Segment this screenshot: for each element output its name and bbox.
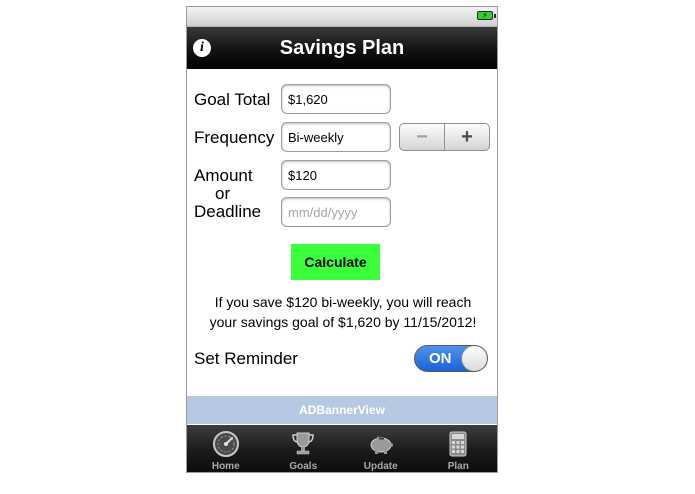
deadline-label: Deadline xyxy=(194,202,262,221)
piggy-bank-icon xyxy=(370,436,393,454)
reminder-toggle[interactable]: ON xyxy=(414,345,488,372)
result-line-1: If you save $120 bi-weekly, you will rea… xyxy=(214,294,472,310)
tab-update[interactable]: Update xyxy=(342,425,420,472)
tab-goals-label: Goals xyxy=(289,461,318,472)
nav-bar: i Savings Plan xyxy=(187,27,497,69)
deadline-input[interactable] xyxy=(281,197,391,227)
frequency-input[interactable] xyxy=(281,122,391,152)
frequency-stepper: − + xyxy=(399,123,490,151)
tab-home[interactable]: Home xyxy=(187,425,265,472)
tab-home-label: Home xyxy=(211,461,240,472)
tab-plan[interactable]: Plan xyxy=(420,425,498,472)
page-title: Savings Plan xyxy=(279,37,405,59)
tab-goals[interactable]: Goals xyxy=(265,425,343,472)
amount-input[interactable] xyxy=(281,160,391,190)
speedometer-icon xyxy=(212,431,239,457)
battery-glyph: ⚡ xyxy=(482,11,488,20)
calculate-button[interactable]: Calculate xyxy=(291,244,380,280)
calculator-icon xyxy=(449,431,467,457)
set-reminder-label: Set Reminder xyxy=(194,349,298,368)
trophy-icon xyxy=(292,432,315,455)
toggle-knob[interactable] xyxy=(461,346,487,371)
result-line-2: your savings goal of $1,620 by 11/15/201… xyxy=(209,314,477,330)
status-bar: ⚡ xyxy=(187,7,497,27)
stepper-minus-button[interactable]: − xyxy=(400,124,445,150)
or-label: or xyxy=(215,184,231,203)
tab-plan-label: Plan xyxy=(447,461,469,472)
frequency-label: Frequency xyxy=(194,128,275,147)
goal-total-input[interactable] xyxy=(281,84,391,114)
battery-charging-icon: ⚡ xyxy=(477,11,496,20)
toggle-state-label: ON xyxy=(429,350,452,367)
result-message: If you save $120 bi-weekly, you will rea… xyxy=(195,292,491,332)
stepper-plus-button[interactable]: + xyxy=(445,124,489,150)
phone-screen: ⚡ i Savings Plan Goal Total Frequency − … xyxy=(186,6,498,473)
tab-bar: Home Goals Update Plan xyxy=(187,425,498,472)
tab-update-label: Update xyxy=(363,461,398,472)
ad-banner[interactable]: ADBannerView xyxy=(187,396,497,424)
amount-label: Amount xyxy=(194,166,253,185)
goal-total-label: Goal Total xyxy=(194,90,271,109)
